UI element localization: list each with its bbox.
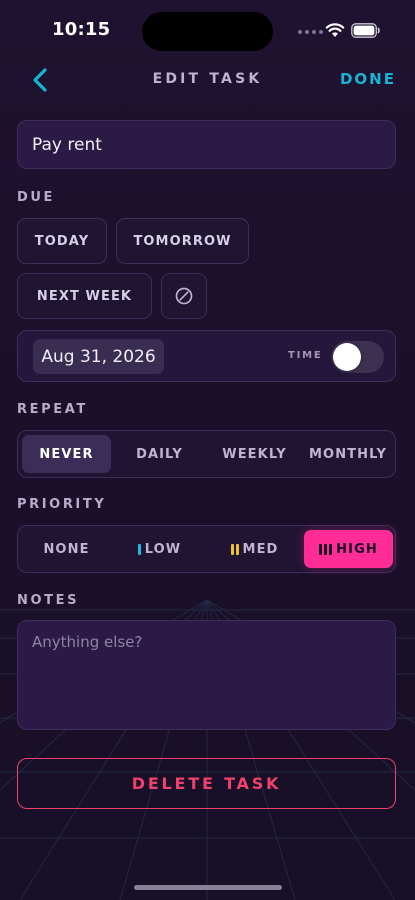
time-toggle[interactable]	[331, 341, 384, 373]
delete-task-button[interactable]: DELETE TASK	[17, 758, 396, 809]
priority-low-option[interactable]: LOW	[115, 530, 204, 568]
no-date-icon	[175, 287, 193, 305]
toggle-knob	[333, 343, 361, 371]
due-tomorrow-button[interactable]: TOMORROW	[116, 218, 249, 264]
status-time: 10:15	[52, 19, 111, 40]
due-date-row: Aug 31, 2026 TIME	[17, 330, 396, 382]
status-bar: 10:15	[0, 0, 415, 60]
task-title-input[interactable]: Pay rent	[17, 120, 396, 169]
priority-low-label: LOW	[144, 541, 182, 557]
priority-med-option[interactable]: MED	[208, 530, 301, 568]
due-date-picker[interactable]: Aug 31, 2026	[33, 339, 164, 374]
repeat-section-label: REPEAT	[17, 402, 88, 417]
med-priority-bars-icon	[230, 543, 239, 555]
low-priority-bar-icon	[137, 543, 141, 555]
high-priority-bars-icon	[319, 543, 333, 555]
edit-task-screen: 10:15 EDIT TASK DONE Pay rent DUE TODAY …	[0, 0, 415, 900]
battery-icon	[351, 23, 380, 38]
repeat-daily-option[interactable]: DAILY	[115, 435, 204, 473]
due-next-week-button[interactable]: NEXT WEEK	[17, 273, 152, 319]
priority-med-label: MED	[242, 541, 279, 557]
due-today-button[interactable]: TODAY	[17, 218, 107, 264]
clear-due-date-button[interactable]	[161, 273, 207, 319]
notes-textarea[interactable]: Anything else?	[17, 620, 396, 730]
time-toggle-label: TIME	[288, 350, 323, 361]
repeat-weekly-option[interactable]: WEEKLY	[208, 435, 301, 473]
cellular-signal-icon	[298, 30, 323, 34]
priority-none-option[interactable]: NONE	[22, 530, 111, 568]
priority-section-label: PRIORITY	[17, 497, 107, 512]
task-title-text: Pay rent	[32, 134, 102, 155]
priority-high-label: HIGH	[336, 541, 378, 557]
home-indicator	[134, 885, 282, 890]
priority-high-option[interactable]: HIGH	[304, 530, 393, 568]
repeat-never-option[interactable]: NEVER	[22, 435, 111, 473]
notes-placeholder: Anything else?	[32, 633, 143, 651]
priority-segmented-control: NONE LOW MED HIGH	[17, 525, 396, 573]
repeat-segmented-control: NEVER DAILY WEEKLY MONTHLY	[17, 430, 396, 478]
done-button[interactable]: DONE	[340, 70, 396, 88]
wifi-icon	[325, 23, 345, 37]
repeat-monthly-option[interactable]: MONTHLY	[303, 435, 393, 473]
due-section-label: DUE	[17, 190, 56, 205]
notes-section-label: NOTES	[17, 593, 80, 608]
dynamic-island	[142, 12, 273, 51]
